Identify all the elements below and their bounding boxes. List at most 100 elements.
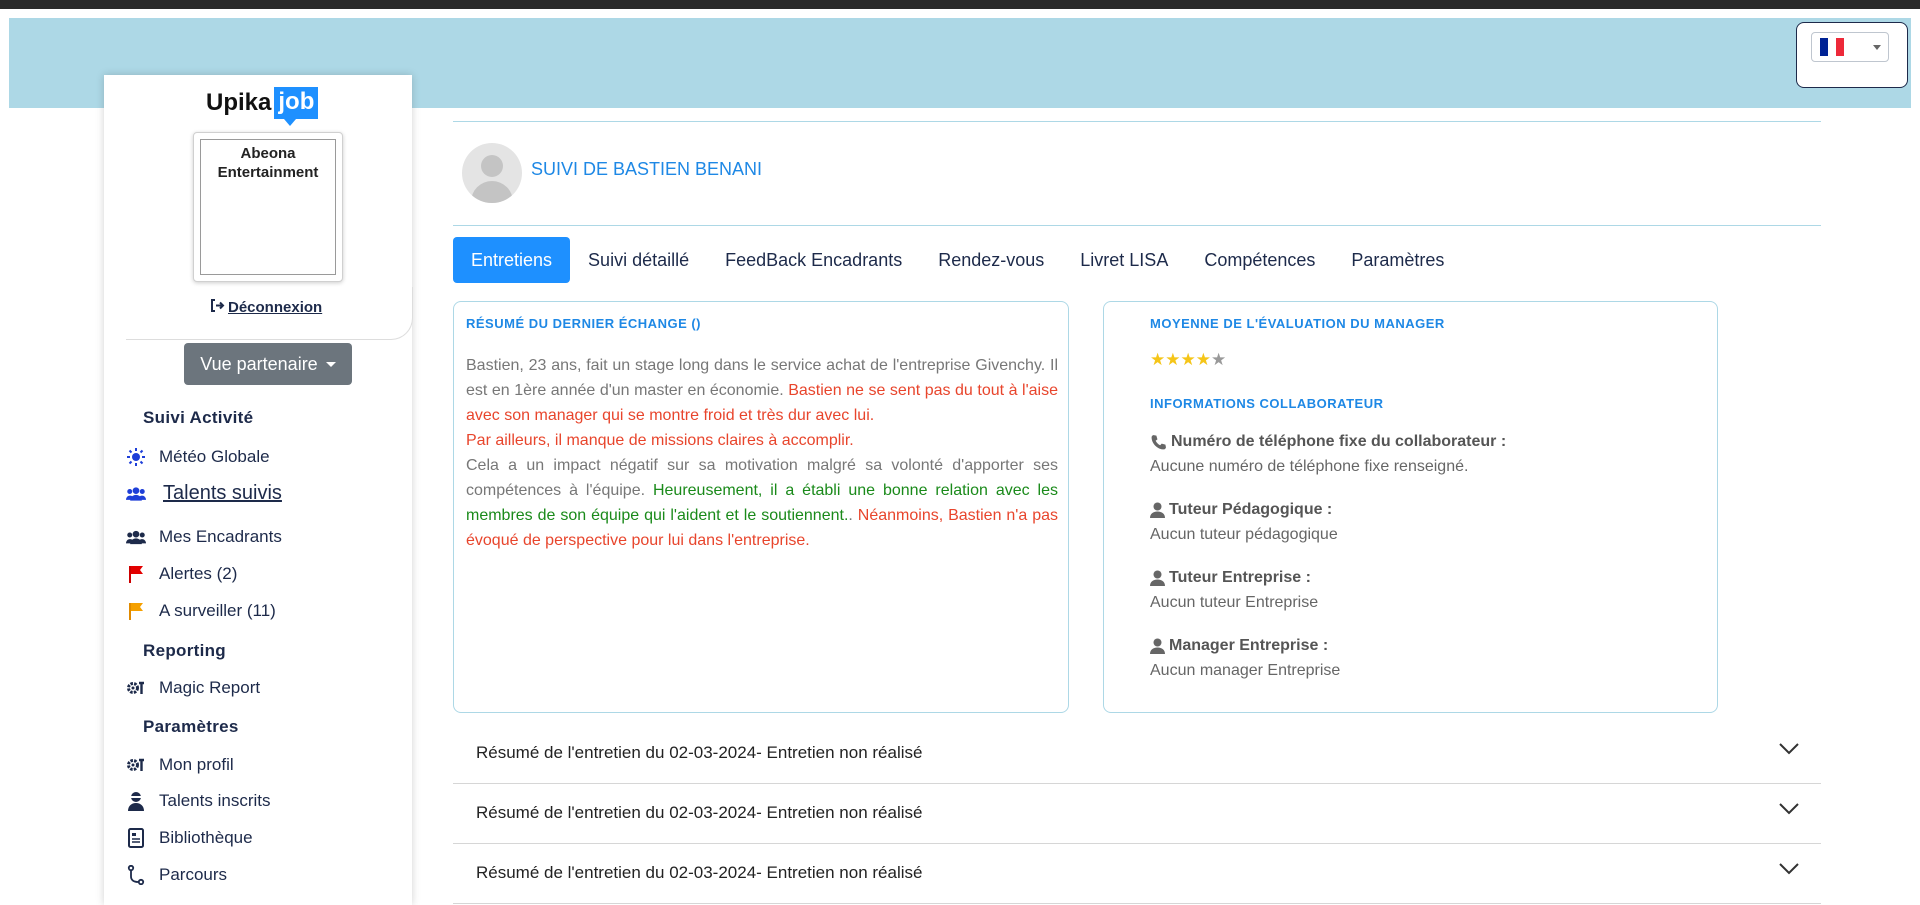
info-heading: INFORMATIONS COLLABORATEUR <box>1150 396 1384 411</box>
rating-heading: MOYENNE DE L'ÉVALUATION DU MANAGER <box>1150 316 1445 331</box>
interview-label: Résumé de l'entretien du 02-03-2024- Ent… <box>476 863 923 882</box>
person-icon <box>1150 570 1165 586</box>
field-label: Numéro de téléphone fixe du collaborateu… <box>1171 433 1507 450</box>
sidebar-item-parcours[interactable]: Parcours <box>126 865 227 885</box>
avatar-body <box>471 181 513 203</box>
section-title-parametres: Paramètres <box>143 717 239 736</box>
sidebar-item-magic-report[interactable]: Magic Report <box>126 678 260 698</box>
sidebar-item-alertes[interactable]: Alertes (2) <box>126 564 237 584</box>
title-divider <box>453 225 1821 226</box>
sidebar-item-label: A surveiller (11) <box>159 601 276 620</box>
company-logo-image: Abeona Entertainment <box>200 139 336 275</box>
summary-heading: RÉSUMÉ DU DERNIER ÉCHANGE () <box>466 316 702 331</box>
sidebar-item-a-surveiller[interactable]: A surveiller (11) <box>126 601 276 621</box>
user-icon <box>126 791 146 811</box>
tab-suivi-detaille[interactable]: Suivi détaillé <box>570 237 707 283</box>
users-icon <box>126 484 146 504</box>
sidebar-item-label: Alertes (2) <box>159 564 238 583</box>
chevron-down-icon <box>1779 802 1799 820</box>
section-title-suivi-activite: Suivi Activité <box>143 408 254 427</box>
top-divider <box>453 121 1821 122</box>
star-filled-icon: ★ <box>1165 350 1181 369</box>
person-icon <box>1150 638 1165 654</box>
sidebar-item-label: Parcours <box>159 865 228 884</box>
language-select[interactable] <box>1811 32 1889 62</box>
sidebar-item-mes-encadrants[interactable]: Mes Encadrants <box>126 527 282 547</box>
sidebar-item-label: Magic Report <box>159 678 261 697</box>
phone-value: Aucune numéro de téléphone fixe renseign… <box>1150 458 1469 475</box>
tab-parametres[interactable]: Paramètres <box>1333 237 1462 283</box>
chevron-down-icon <box>1779 862 1799 880</box>
sidebar-item-talents-inscrits[interactable]: Talents inscrits <box>126 791 270 811</box>
interview-accordion-row[interactable]: Résumé de l'entretien du 02-03-2024- Ent… <box>453 844 1821 904</box>
summary-segment: . <box>848 507 858 524</box>
document-icon <box>126 828 146 848</box>
sidebar: Upika job Abeona Entertainment Déconnexi… <box>104 75 413 905</box>
language-switcher <box>1796 22 1908 88</box>
tuteur-pedagogique-value: Aucun tuteur pédagogique <box>1150 526 1338 543</box>
interview-accordion-row[interactable]: Résumé de l'entretien du 02-03-2024- Ent… <box>453 724 1821 784</box>
caret-down-icon <box>325 361 336 367</box>
star-empty-icon: ★ <box>1211 350 1227 369</box>
tools-icon <box>126 678 146 698</box>
partner-view-dropdown[interactable]: Vue partenaire <box>184 343 352 385</box>
tools-icon <box>126 755 146 775</box>
orange-flag-icon <box>126 601 146 621</box>
logout-link[interactable]: Déconnexion <box>210 299 322 316</box>
sign-out-icon <box>210 299 225 316</box>
chevron-down-icon <box>1779 742 1799 760</box>
summary-text: Bastien, 23 ans, fait un stage long dans… <box>466 353 1058 553</box>
sidebar-item-label: Bibliothèque <box>159 828 253 847</box>
partner-view-label: Vue partenaire <box>200 353 318 374</box>
star-filled-icon: ★ <box>1180 350 1196 369</box>
french-flag-icon <box>1820 38 1844 56</box>
summary-segment-negative: Par ailleurs, il manque de missions clai… <box>466 432 854 449</box>
field-label: Tuteur Pédagogique : <box>1169 501 1333 518</box>
person-icon <box>1150 502 1165 518</box>
tuteur-entreprise-value: Aucun tuteur Entreprise <box>1150 594 1319 611</box>
last-exchange-summary-card: RÉSUMÉ DU DERNIER ÉCHANGE () Bastien, 23… <box>453 301 1069 713</box>
tab-bar: Entretiens Suivi détaillé FeedBack Encad… <box>453 237 1462 283</box>
tab-entretiens[interactable]: Entretiens <box>453 237 571 283</box>
company-logo-card: Abeona Entertainment <box>193 132 343 282</box>
logout-label: Déconnexion <box>228 299 323 316</box>
sidebar-item-talents-suivis[interactable]: Talents suivis <box>126 482 282 505</box>
phone-label: Numéro de téléphone fixe du collaborateu… <box>1150 433 1506 451</box>
field-label: Manager Entreprise : <box>1169 637 1329 654</box>
avatar <box>462 143 522 203</box>
sidebar-item-bibliotheque[interactable]: Bibliothèque <box>126 828 253 848</box>
tab-rendez-vous[interactable]: Rendez-vous <box>920 237 1062 283</box>
sidebar-item-label: Talents suivis <box>163 482 282 504</box>
window-top-bar <box>0 0 1920 9</box>
collaborator-info-card: MOYENNE DE L'ÉVALUATION DU MANAGER ★★★★★… <box>1103 301 1718 713</box>
sidebar-item-meteo-globale[interactable]: Météo Globale <box>126 447 270 467</box>
sun-icon <box>126 447 146 467</box>
tab-competences[interactable]: Compétences <box>1186 237 1333 283</box>
chevron-down-icon <box>1873 45 1881 50</box>
red-flag-icon <box>126 564 146 584</box>
phone-icon <box>1150 434 1167 451</box>
tab-livret-lisa[interactable]: Livret LISA <box>1062 237 1186 283</box>
avatar-head <box>481 155 503 177</box>
sidebar-item-label: Talents inscrits <box>159 791 271 810</box>
star-filled-icon: ★ <box>1150 350 1166 369</box>
sidebar-item-label: Mes Encadrants <box>159 527 282 546</box>
logo-part-1: Upika <box>206 89 272 116</box>
interview-label: Résumé de l'entretien du 02-03-2024- Ent… <box>476 803 923 822</box>
sidebar-item-label: Mon profil <box>159 755 234 774</box>
interview-accordion-row[interactable]: Résumé de l'entretien du 02-03-2024- Ent… <box>453 784 1821 844</box>
tuteur-pedagogique-label: Tuteur Pédagogique : <box>1150 501 1332 519</box>
tuteur-entreprise-label: Tuteur Entreprise : <box>1150 569 1311 587</box>
rating-stars: ★★★★★ <box>1150 350 1226 370</box>
section-title-reporting: Reporting <box>143 641 226 660</box>
manager-entreprise-label: Manager Entreprise : <box>1150 637 1328 655</box>
field-label: Tuteur Entreprise : <box>1169 569 1311 586</box>
upikajob-logo: Upika job <box>206 83 319 126</box>
interview-label: Résumé de l'entretien du 02-03-2024- Ent… <box>476 743 923 762</box>
sidebar-item-mon-profil[interactable]: Mon profil <box>126 755 234 775</box>
logo-part-2: job <box>274 87 319 126</box>
manager-entreprise-value: Aucun manager Entreprise <box>1150 662 1341 679</box>
star-filled-icon: ★ <box>1195 350 1211 369</box>
sidebar-item-label: Météo Globale <box>159 447 270 466</box>
tab-feedback-encadrants[interactable]: FeedBack Encadrants <box>707 237 920 283</box>
